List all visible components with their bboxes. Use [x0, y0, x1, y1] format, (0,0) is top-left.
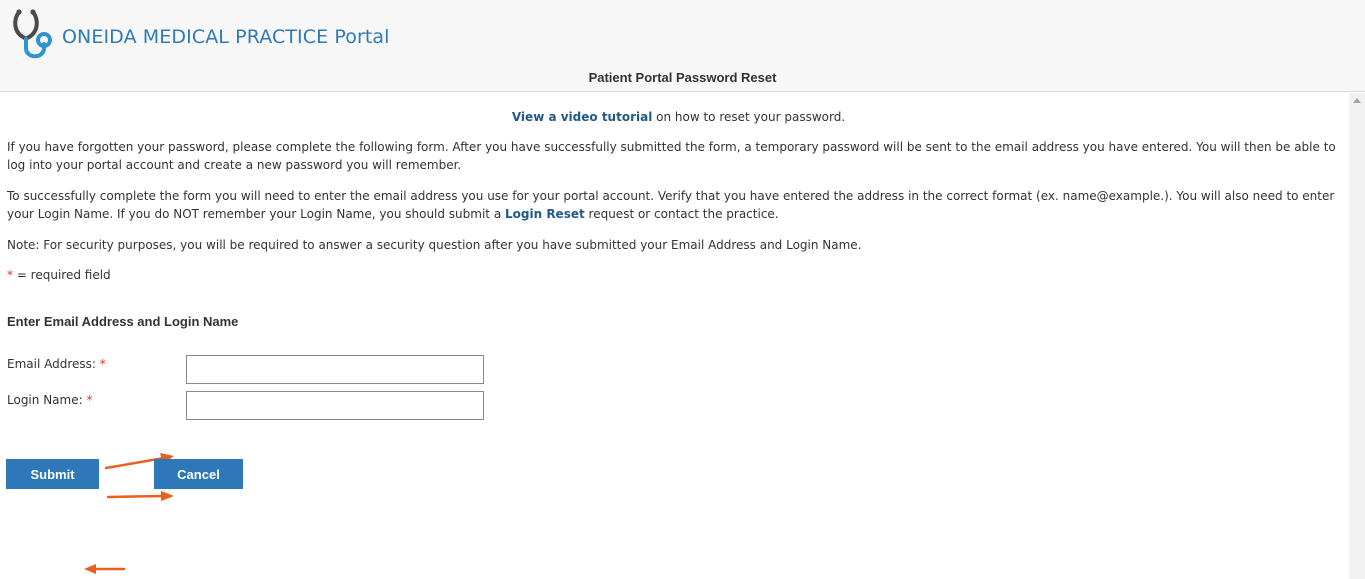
login-name-field[interactable] — [186, 391, 484, 420]
page-header: ONEIDA MEDICAL PRACTICE Portal Patient P… — [0, 0, 1365, 92]
email-label-text: Email Address: — [7, 357, 96, 371]
tutorial-line: View a video tutorial on how to reset yo… — [0, 108, 1357, 126]
scroll-up-icon[interactable] — [1353, 98, 1361, 103]
portal-title: ONEIDA MEDICAL PRACTICE Portal — [62, 26, 390, 48]
login-label: Login Name: * — [7, 391, 92, 409]
tutorial-suffix: on how to reset your password. — [652, 110, 846, 124]
main-content: View a video tutorial on how to reset yo… — [0, 93, 1349, 579]
video-tutorial-link[interactable]: View a video tutorial — [512, 110, 652, 124]
login-reset-link[interactable]: Login Reset — [505, 207, 585, 221]
required-text: = required field — [13, 268, 111, 282]
email-label: Email Address: * — [7, 355, 106, 373]
annotation-arrow — [84, 564, 126, 574]
required-asterisk: * — [99, 357, 106, 371]
login-label-text: Login Name: — [7, 393, 83, 407]
form-section-heading: Enter Email Address and Login Name — [7, 314, 239, 329]
page-title: Patient Portal Password Reset — [588, 70, 777, 85]
instructions-paragraph: If you have forgotten your password, ple… — [7, 140, 1336, 172]
vertical-scrollbar[interactable] — [1349, 93, 1365, 579]
paragraph-text: request or contact the practice. — [584, 207, 779, 221]
stethoscope-icon — [13, 9, 52, 59]
email-format-paragraph: To successfully complete the form you wi… — [7, 187, 1347, 223]
required-asterisk: * — [86, 393, 93, 407]
annotation-arrow — [106, 491, 174, 501]
cancel-button[interactable]: Cancel — [154, 459, 243, 489]
required-field-note: * = required field — [7, 266, 1347, 284]
submit-button[interactable]: Submit — [6, 459, 99, 489]
security-note: Note: For security purposes, you will be… — [7, 238, 862, 252]
email-field[interactable] — [186, 355, 484, 384]
